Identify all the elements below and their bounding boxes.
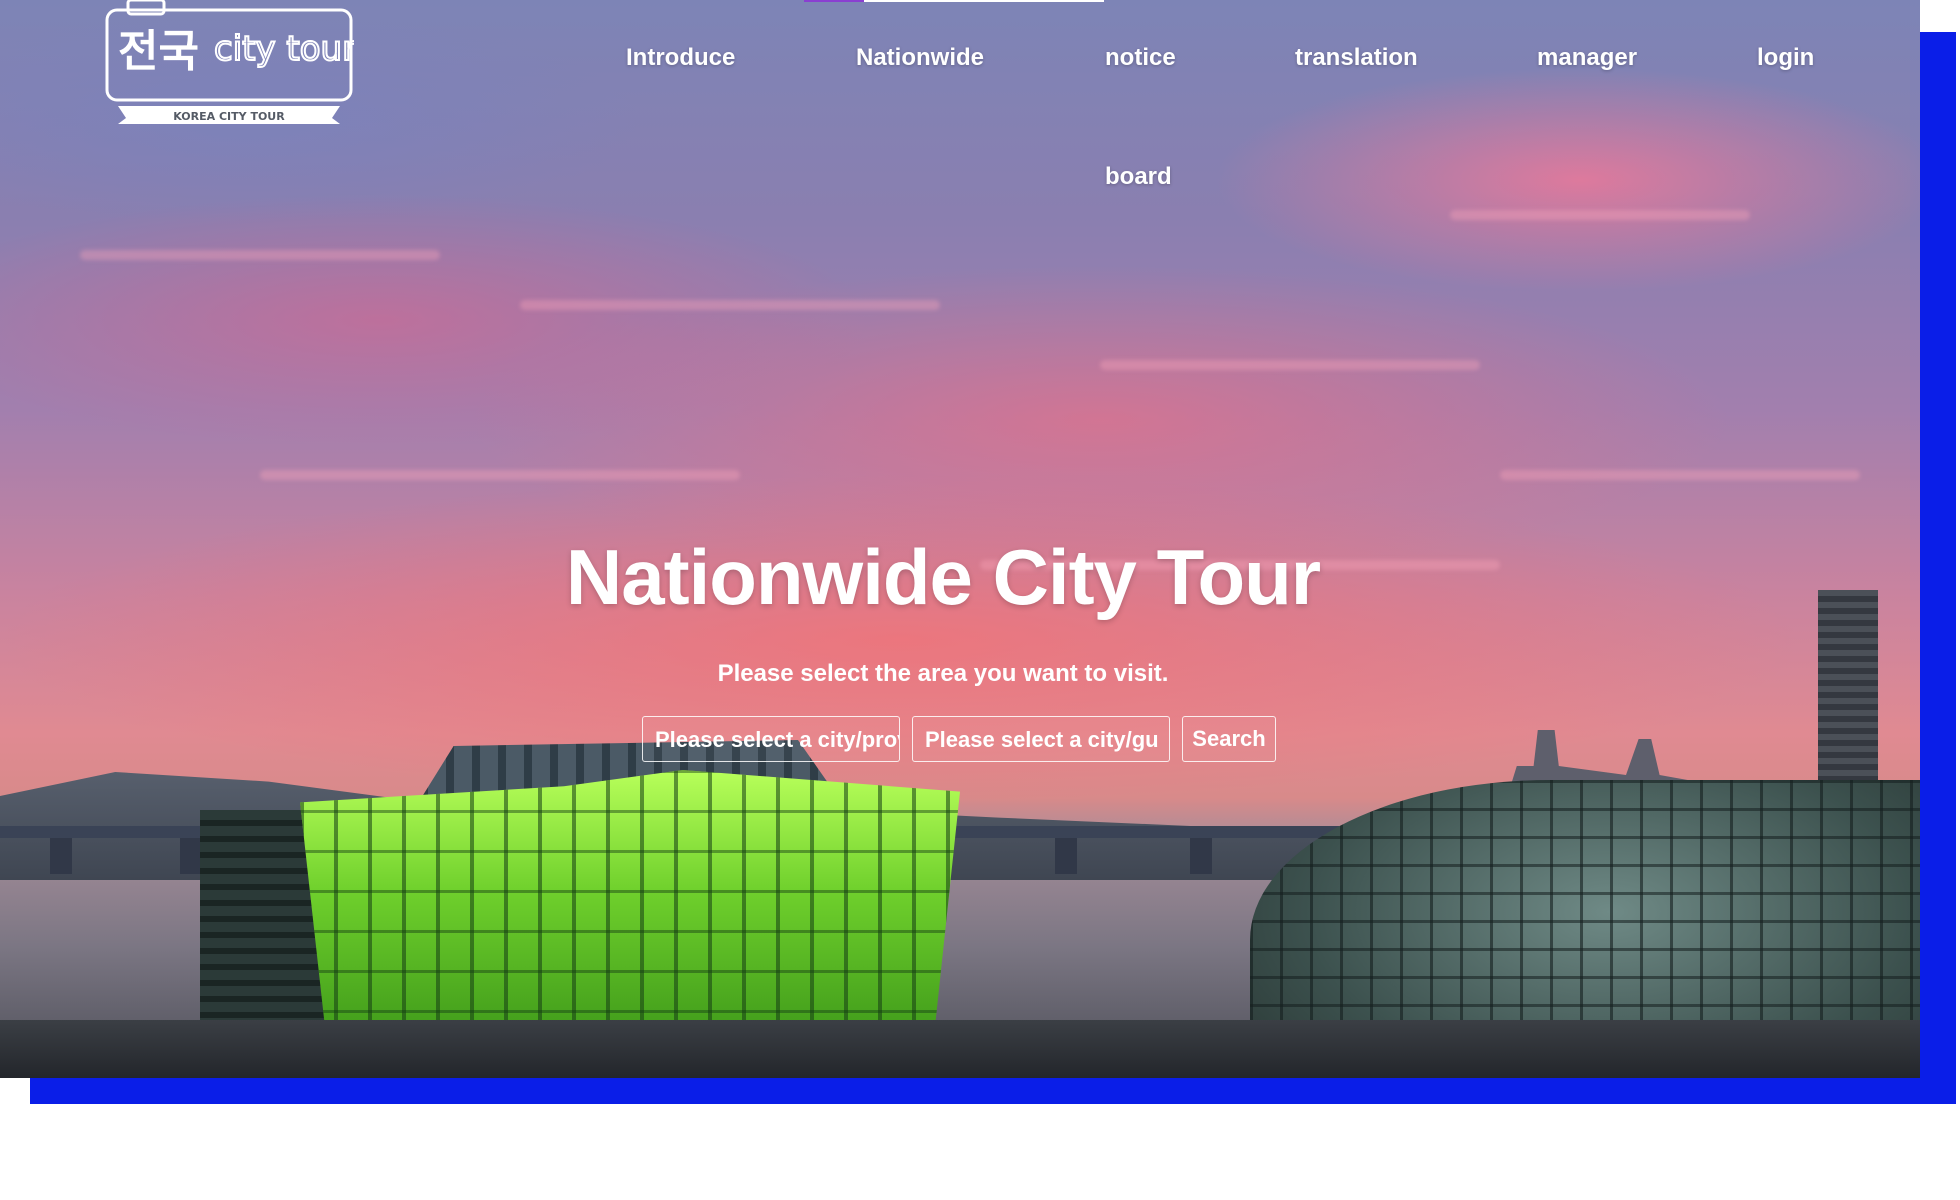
nav-translation[interactable]: translation: [1295, 44, 1418, 72]
cloud-streak: [520, 300, 940, 310]
nav-notice[interactable]: notice: [1105, 44, 1176, 72]
cloud-streak: [260, 470, 740, 480]
cloud-streak: [1500, 470, 1860, 480]
bridge-pillar: [180, 838, 202, 874]
search-button[interactable]: Search: [1182, 716, 1276, 762]
cloud-streak: [1100, 360, 1480, 370]
hero-title: Nationwide City Tour: [565, 533, 1321, 621]
bridge-pillar: [1055, 838, 1077, 874]
shoreline: [0, 1020, 1920, 1078]
nav-board[interactable]: board: [1105, 163, 1172, 191]
green-glass-building: [300, 770, 960, 1040]
bridge-pillar: [1190, 838, 1212, 874]
main-nav: Introduce Nationwide notice translation …: [0, 0, 1920, 200]
bridge-pillar: [50, 838, 72, 874]
cloud-streak: [1450, 210, 1750, 220]
nav-nationwide[interactable]: Nationwide: [856, 44, 984, 72]
nav-login[interactable]: login: [1757, 44, 1814, 72]
nav-introduce[interactable]: Introduce: [626, 44, 735, 72]
nav-manager[interactable]: manager: [1537, 44, 1637, 72]
hero-subtitle: Please select the area you want to visit…: [717, 660, 1169, 687]
district-select[interactable]: Please select a city/gu: [912, 716, 1170, 762]
province-select[interactable]: Please select a city/province: [642, 716, 900, 762]
cloud-streak: [80, 250, 440, 260]
